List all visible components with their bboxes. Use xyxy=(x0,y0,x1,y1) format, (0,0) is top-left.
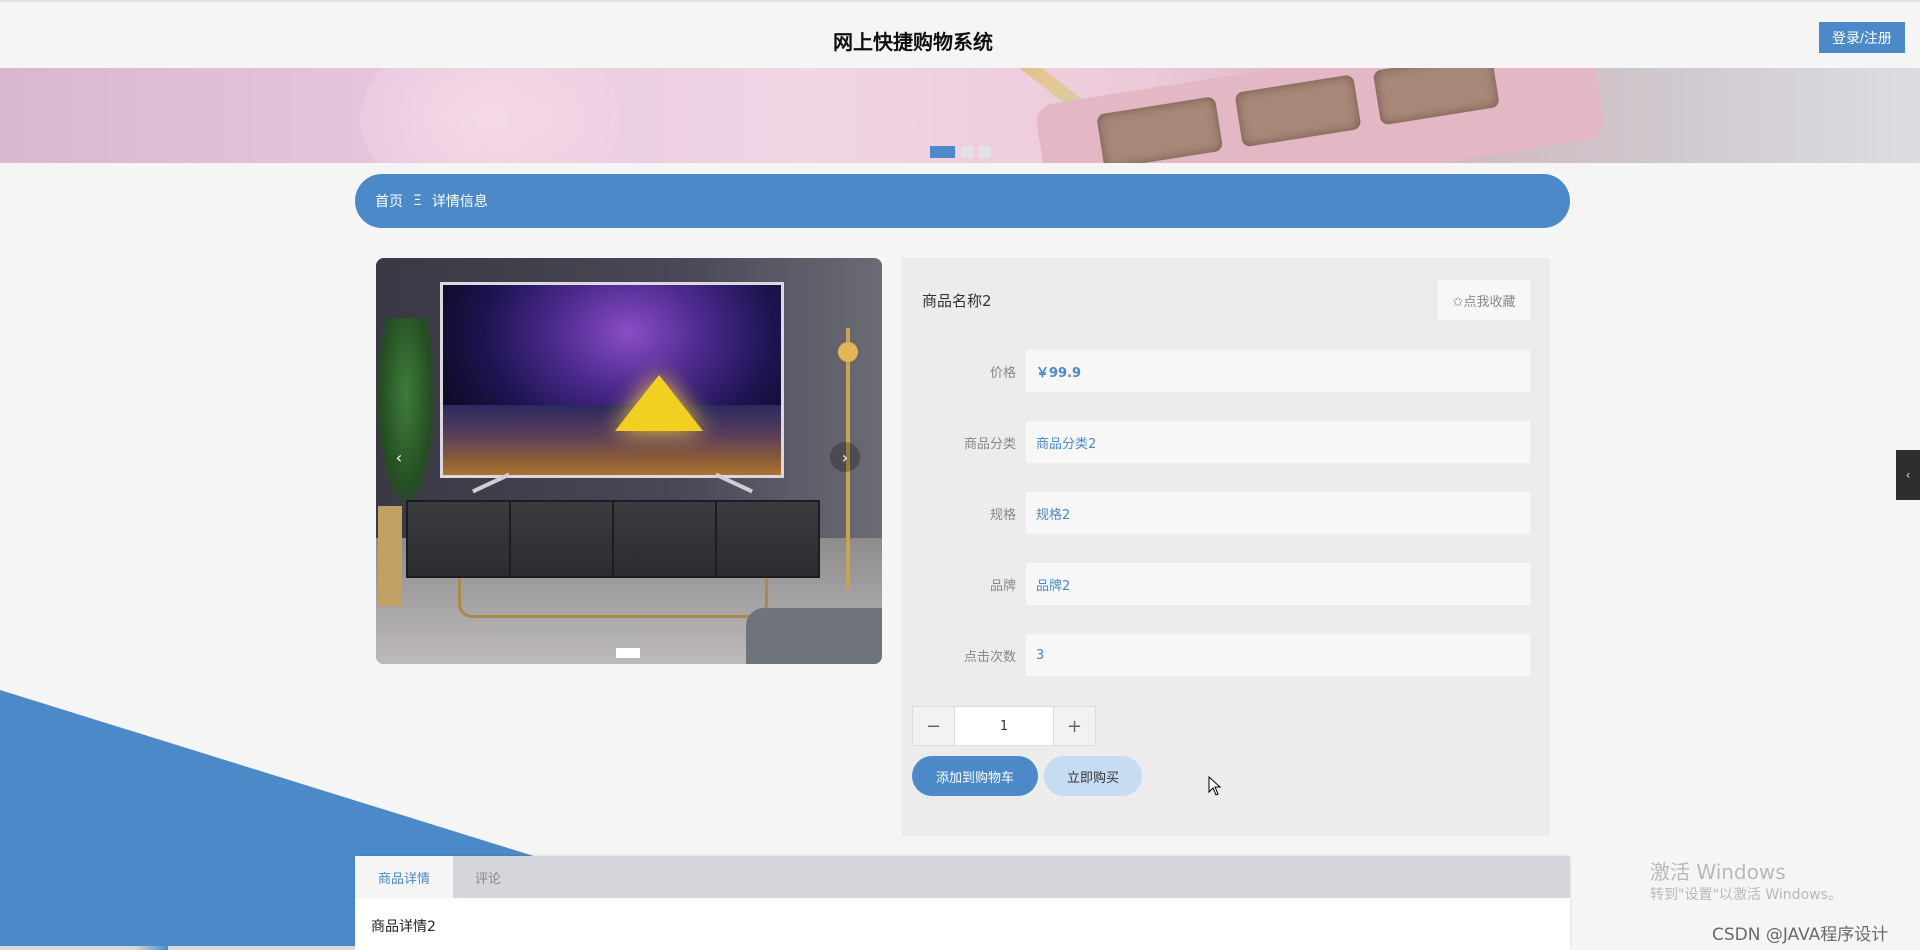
tent-image xyxy=(615,375,703,431)
field-value-brand: 品牌2 xyxy=(1026,563,1530,605)
field-row-price: 价格 ￥99.9 xyxy=(902,350,1550,392)
tab-comments[interactable]: 评论 xyxy=(453,856,523,898)
tv-cabinet-image xyxy=(406,500,820,578)
plant-image xyxy=(376,318,436,508)
banner-highlight xyxy=(360,68,620,163)
banner-indicator-2[interactable] xyxy=(961,146,973,158)
banner-indicator-1[interactable] xyxy=(930,146,955,158)
sofa-image xyxy=(746,608,882,664)
tab-bar: 商品详情 评论 xyxy=(355,856,1570,898)
quantity-stepper: − 1 + xyxy=(912,706,1096,746)
field-label: 价格 xyxy=(989,366,1016,381)
product-image-carousel: ‹ › xyxy=(376,258,882,664)
side-panel-toggle-icon[interactable]: ‹ xyxy=(1896,450,1920,500)
login-register-button[interactable]: 登录/注册 xyxy=(1819,22,1905,53)
csdn-watermark: CSDN @JAVA程序设计 xyxy=(1712,925,1889,945)
banner-indicator-3[interactable] xyxy=(979,146,991,158)
palette-pan xyxy=(1372,68,1500,126)
add-to-cart-button[interactable]: 添加到购物车 xyxy=(912,756,1038,796)
scroll-progress-bar xyxy=(0,946,168,950)
gallery-next-icon[interactable]: › xyxy=(830,442,860,472)
field-label: 商品分类 xyxy=(963,437,1016,452)
windows-activation-subtitle: 转到"设置"以激活 Windows。 xyxy=(1650,887,1842,903)
field-label: 品牌 xyxy=(989,579,1016,594)
cabinet-frame xyxy=(458,578,768,618)
favorite-button[interactable]: ✩点我收藏 xyxy=(1438,280,1530,320)
cabinet-door xyxy=(408,502,511,576)
site-title: 网上快捷购物系统 xyxy=(833,30,993,54)
field-label: 规格 xyxy=(989,508,1016,523)
field-row-clicks: 点击次数 3 xyxy=(902,634,1550,676)
lamp-head-image xyxy=(838,342,858,362)
tv-ground xyxy=(443,405,781,475)
field-row-spec: 规格 规格2 xyxy=(902,492,1550,534)
product-info-panel: 商品名称2 ✩点我收藏 价格 ￥99.9 商品分类 商品分类2 规格 规格2 品… xyxy=(902,258,1550,836)
tv-screen-image xyxy=(440,282,784,478)
breadcrumb-current: 详情信息 xyxy=(431,194,488,210)
plant-pot-image xyxy=(378,506,402,606)
palette-pan xyxy=(1096,96,1224,163)
top-header: 网上快捷购物系统 登录/注册 xyxy=(0,0,1920,68)
gallery-indicator[interactable] xyxy=(616,648,640,658)
mouse-cursor-icon xyxy=(1208,776,1222,796)
breadcrumb-home[interactable]: 首页 xyxy=(375,191,403,211)
field-value-price: ￥99.9 xyxy=(1026,350,1530,392)
cabinet-door xyxy=(614,502,717,576)
cabinet-door xyxy=(717,502,818,576)
tab-content: 商品详情2 xyxy=(371,919,436,935)
gallery-prev-icon[interactable]: ‹ xyxy=(384,442,414,472)
scroll-progress xyxy=(0,946,355,950)
buy-now-button[interactable]: 立即购买 xyxy=(1044,756,1142,796)
quantity-input[interactable]: 1 xyxy=(954,707,1054,745)
palette-pan xyxy=(1234,74,1362,148)
field-value-category: 商品分类2 xyxy=(1026,421,1530,463)
tab-product-detail[interactable]: 商品详情 xyxy=(355,856,453,898)
minus-icon[interactable]: − xyxy=(913,707,954,745)
product-name: 商品名称2 xyxy=(922,292,992,310)
plus-icon[interactable]: + xyxy=(1054,707,1095,745)
cabinet-door xyxy=(511,502,614,576)
detail-tabs: 商品详情 评论 商品详情2 xyxy=(355,856,1570,950)
eyeshadow-palette-image xyxy=(1034,68,1606,163)
breadcrumb: 首页 Ξ 详情信息 xyxy=(355,174,1570,228)
field-label: 点击次数 xyxy=(963,650,1016,665)
breadcrumb-separator-icon: Ξ xyxy=(413,193,422,209)
windows-activation-title: 激活 Windows xyxy=(1650,860,1786,884)
field-row-category: 商品分类 商品分类2 xyxy=(902,421,1550,463)
field-value-clicks: 3 xyxy=(1026,634,1530,676)
banner-indicators xyxy=(930,146,991,158)
field-row-brand: 品牌 品牌2 xyxy=(902,563,1550,605)
field-value-spec: 规格2 xyxy=(1026,492,1530,534)
